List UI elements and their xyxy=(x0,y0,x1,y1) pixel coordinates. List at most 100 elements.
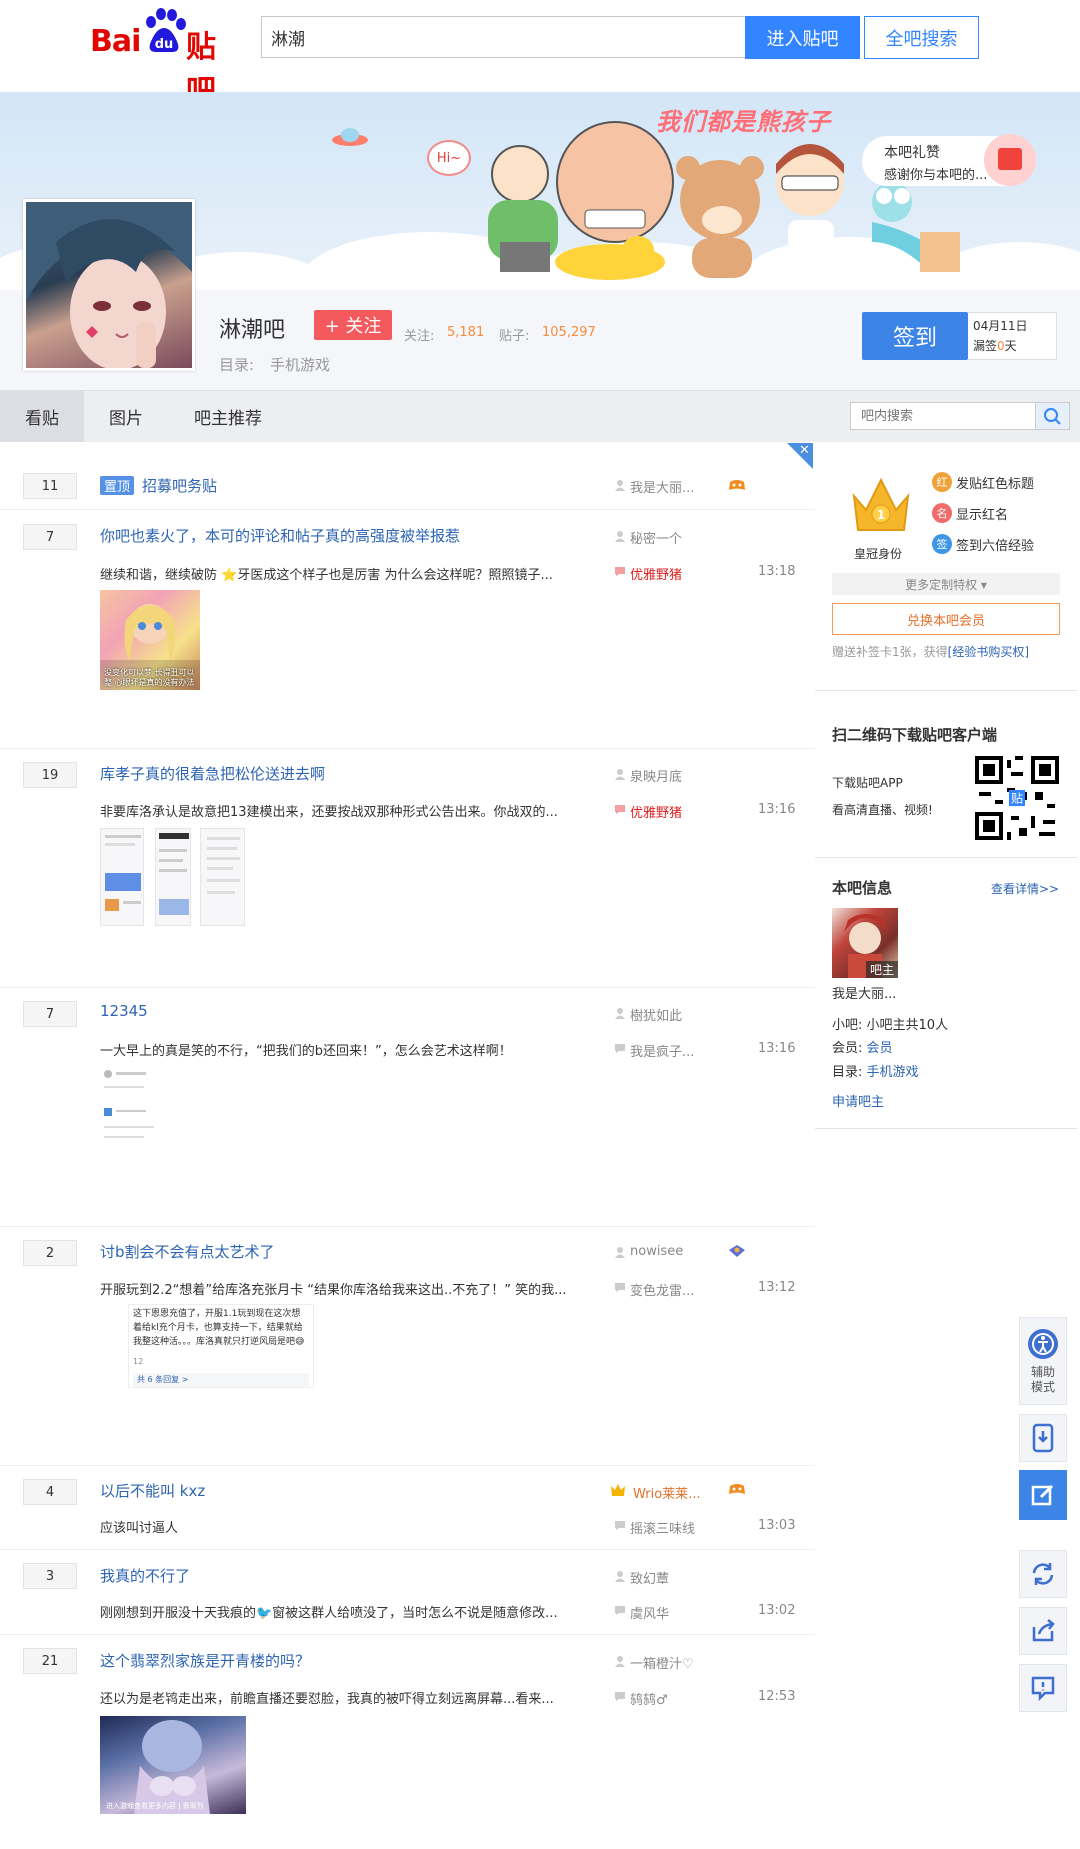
thumbnail-caption: 没变化可以梦 长得丑可以整 心眼坏是真的没有办法 xyxy=(104,668,195,687)
thread-title[interactable]: 12345 xyxy=(100,1002,148,1020)
last-reply-user[interactable]: 优雅野猪 xyxy=(630,564,682,583)
logo-text-bai: Bai xyxy=(90,24,141,59)
member-row: 会员: 会员 xyxy=(832,1037,893,1056)
sign-missed-suffix: 天 xyxy=(1004,339,1017,353)
last-reply-user[interactable]: 优雅野猪 xyxy=(630,802,682,821)
thread-author[interactable]: 泉映月底 xyxy=(630,766,682,785)
svg-text:du: du xyxy=(155,37,174,52)
bar-info-details-link[interactable]: 查看详情>> xyxy=(991,880,1059,897)
last-reply-user[interactable]: 虞风华 xyxy=(630,1603,669,1622)
download-app-button[interactable] xyxy=(1019,1414,1067,1462)
thread-title[interactable]: 以后不能叫 kxz xyxy=(100,1480,205,1501)
thread-excerpt: 一大早上的真是笑的不行，“把我们的b还回来！”，怎么会艺术这样啊！ xyxy=(100,1044,512,1059)
sidebar-directory-link[interactable]: 手机游戏 xyxy=(867,1065,919,1080)
follow-button[interactable]: + 关注 xyxy=(314,310,392,340)
bar-info-title: 本吧信息 xyxy=(832,879,893,897)
tab-images[interactable]: 图片 xyxy=(84,390,168,442)
thread-thumbnail[interactable]: 这下恩恩充值了，开服1.1玩到现在这次想着给kl充个月卡，也算支持一下，结果就给… xyxy=(128,1304,314,1388)
edit-icon xyxy=(1031,1484,1054,1506)
thread-author[interactable]: Wrio莱莱... xyxy=(633,1483,701,1502)
thread-author[interactable]: 致幻蕈 xyxy=(630,1568,669,1587)
svg-text:1: 1 xyxy=(877,508,885,522)
search-all-button[interactable]: 全吧搜索 xyxy=(864,16,979,59)
thread-excerpt: 继续和谐，继续破防 ⭐牙医成这个样子也是厉害 为什么会这样呢？照照镜子... xyxy=(100,568,553,583)
thread-thumbnail[interactable] xyxy=(155,828,191,926)
report-button[interactable] xyxy=(1019,1664,1067,1712)
thread-title[interactable]: 这个翡翠烈家族是开青楼的吗？ xyxy=(100,1650,310,1671)
last-reply-user[interactable]: 变色龙雷... xyxy=(630,1280,694,1299)
membership-note-text: 赠送补签卡1张，获得 xyxy=(832,645,948,659)
apply-owner-link[interactable]: 申请吧主 xyxy=(832,1091,884,1110)
sign-exp-icon: 签 xyxy=(932,534,952,554)
last-reply-icon xyxy=(615,805,625,814)
exp-book-link[interactable]: [经验书购买权] xyxy=(948,645,1029,659)
thread-thumbnail[interactable]: 进入游戏查看更多内容 | 翡翠烈 xyxy=(100,1716,246,1814)
tab-posts[interactable]: 看贴 xyxy=(0,390,84,442)
thread-author[interactable]: 一箱橙汁♡ xyxy=(630,1653,694,1672)
character-image xyxy=(134,1720,210,1814)
privilege-red-name: 显示红名 xyxy=(956,508,1009,523)
thread-author[interactable]: 秘密一个 xyxy=(630,528,682,547)
row-divider xyxy=(0,509,815,510)
small-owner-row: 小吧: 小吧主共10人 xyxy=(832,1014,948,1033)
posts-count: 105,297 xyxy=(542,325,596,340)
sign-missed: 漏签0天 xyxy=(973,336,1051,356)
baidu-paw-icon: du xyxy=(146,8,186,52)
thread-author[interactable]: 我是大丽... xyxy=(630,477,694,496)
member-link[interactable]: 会员 xyxy=(867,1041,893,1056)
thread-title[interactable]: 你吧也素火了，本可的评论和帖子真的高强度被举报惹 xyxy=(100,525,460,546)
screenshot-image xyxy=(105,835,141,911)
assist-mode-label: 辅助模式 xyxy=(1030,1365,1055,1394)
author-icon xyxy=(615,769,625,780)
gift-box-icon[interactable] xyxy=(984,134,1036,186)
thread-author[interactable]: 樹犹如此 xyxy=(630,1005,682,1024)
close-icon: ✕ xyxy=(799,443,810,458)
search-icon xyxy=(1044,408,1061,425)
tab-owner-picks[interactable]: 吧主推荐 xyxy=(178,390,278,442)
directory-row: 目录: 手机游戏 xyxy=(832,1061,919,1080)
bar-name: 淋潮吧 xyxy=(219,318,286,343)
avatar-illustration xyxy=(26,202,192,368)
enter-bar-button[interactable]: 进入贴吧 xyxy=(745,16,860,59)
owner-name[interactable]: 我是大丽... xyxy=(832,983,896,1002)
exchange-membership-button[interactable]: 兑换本吧会员 xyxy=(832,603,1060,635)
accessibility-icon xyxy=(1028,1329,1058,1359)
sidebar-divider xyxy=(815,857,1077,858)
last-reply-user[interactable]: 鸫鸫♂ xyxy=(630,1689,668,1708)
row-divider xyxy=(0,1549,815,1550)
thread-title[interactable]: 库孝子真的很着急把松伦送进去啊 xyxy=(100,763,325,784)
thread-thumbnail[interactable] xyxy=(200,828,245,926)
directory-value[interactable]: 手机游戏 xyxy=(270,354,330,375)
thread-title[interactable]: 讨b割会不会有点太艺术了 xyxy=(100,1241,275,1262)
qr-badge-text: 贴 xyxy=(1011,791,1023,805)
thread-author[interactable]: nowisee xyxy=(630,1244,683,1259)
last-reply-icon xyxy=(615,1606,625,1615)
posts-count-label: 贴子: xyxy=(499,329,530,344)
sidebar-divider xyxy=(815,690,1077,691)
thread-title[interactable]: 招募吧务贴 xyxy=(142,475,217,496)
more-privileges-button[interactable]: 更多定制特权 ▾ xyxy=(832,573,1060,595)
search-input[interactable] xyxy=(261,16,745,58)
thread-thumbnail[interactable] xyxy=(100,828,144,926)
compose-post-button[interactable] xyxy=(1019,1470,1067,1520)
last-reply-icon xyxy=(615,1521,625,1530)
in-bar-search-button[interactable] xyxy=(1036,402,1070,430)
thread-thumbnail[interactable]: 没变化可以梦 长得丑可以整 心眼坏是真的没有办法 xyxy=(100,590,200,690)
last-reply-user[interactable]: 我是疯子... xyxy=(630,1041,694,1060)
reply-count: 11 xyxy=(23,473,77,499)
assist-mode-button[interactable]: 辅助模式 xyxy=(1019,1317,1067,1405)
author-icon xyxy=(615,1247,625,1258)
share-button[interactable] xyxy=(1019,1607,1067,1655)
small-owner-value[interactable]: 小吧主共10人 xyxy=(867,1018,949,1033)
baidu-tieba-logo[interactable]: Bai du 贴吧 xyxy=(90,8,240,109)
last-reply-user[interactable]: 摇滚三味线 xyxy=(630,1518,695,1537)
owner-avatar[interactable]: 吧主 xyxy=(832,908,898,978)
thread-thumbnail[interactable] xyxy=(100,1066,162,1158)
refresh-button[interactable] xyxy=(1019,1550,1067,1598)
sign-in-button[interactable]: 签到 xyxy=(862,312,968,360)
thread-title[interactable]: 我真的不行了 xyxy=(100,1565,190,1586)
close-corner[interactable]: ✕ xyxy=(787,443,813,469)
reply-count: 19 xyxy=(23,762,77,788)
in-bar-search-input[interactable] xyxy=(850,402,1036,430)
bar-avatar[interactable] xyxy=(23,199,195,371)
